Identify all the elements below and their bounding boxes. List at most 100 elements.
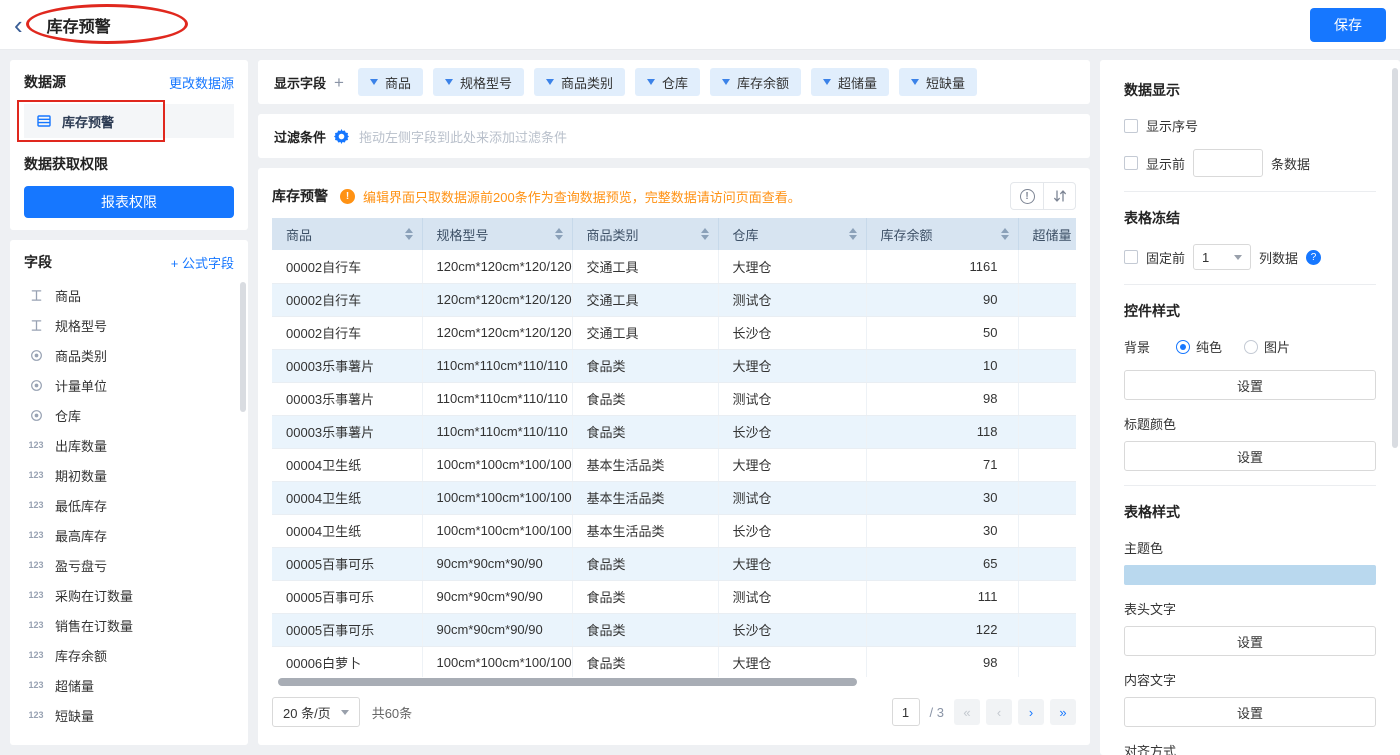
sort-arrows-icon[interactable]: [555, 228, 563, 240]
bg-solid-option[interactable]: 纯色: [1176, 337, 1222, 356]
field-item-规格型号[interactable]: 规格型号: [10, 310, 248, 340]
display-field-chip-短缺量[interactable]: 短缺量: [899, 68, 977, 96]
column-header-商品类别[interactable]: 商品类别: [572, 218, 718, 250]
field-label: 计量单位: [55, 376, 107, 395]
table-row[interactable]: 00004卫生纸100cm*100cm*100/100基本生活品类测试仓30: [272, 481, 1076, 514]
table-cell: 110cm*110cm*110/110: [422, 415, 572, 448]
table-row[interactable]: 00004卫生纸100cm*100cm*100/100基本生活品类长沙仓30: [272, 514, 1076, 547]
table-row[interactable]: 00004卫生纸100cm*100cm*100/100基本生活品类大理仓71: [272, 448, 1076, 481]
add-display-field-button[interactable]: +: [334, 74, 344, 91]
gear-icon[interactable]: [334, 129, 349, 144]
table-cell: 大理仓: [718, 547, 866, 580]
column-header-商品[interactable]: 商品: [272, 218, 422, 250]
display-field-chip-库存余额[interactable]: 库存余额: [710, 68, 801, 96]
field-item-期初数量[interactable]: 123期初数量: [10, 460, 248, 490]
content-text-set-button[interactable]: 设置: [1124, 697, 1376, 727]
field-item-出库数量[interactable]: 123出库数量: [10, 430, 248, 460]
help-icon[interactable]: ?: [1306, 250, 1321, 265]
chevron-down-icon: [722, 79, 730, 85]
sort-arrows-icon[interactable]: [849, 228, 857, 240]
report-permission-button[interactable]: 报表权限: [24, 186, 234, 218]
display-field-chip-商品[interactable]: 商品: [358, 68, 423, 96]
field-item-商品[interactable]: 商品: [10, 280, 248, 310]
prev-page-button[interactable]: ‹: [986, 699, 1012, 725]
chip-label: 仓库: [662, 73, 688, 92]
field-item-最高库存[interactable]: 123最高库存: [10, 520, 248, 550]
show-first-count-input[interactable]: [1193, 149, 1263, 177]
field-item-库存余额[interactable]: 123库存余额: [10, 640, 248, 670]
display-field-chip-商品类别[interactable]: 商品类别: [534, 68, 625, 96]
add-formula-field-link[interactable]: + 公式字段: [171, 253, 234, 272]
fields-scrollbar[interactable]: [240, 282, 246, 412]
display-field-chip-仓库[interactable]: 仓库: [635, 68, 700, 96]
sort-arrows-icon[interactable]: [701, 228, 709, 240]
background-set-button[interactable]: 设置: [1124, 370, 1376, 400]
info-icon[interactable]: !: [1011, 183, 1043, 209]
show-first-checkbox[interactable]: [1124, 156, 1138, 170]
last-page-button[interactable]: »: [1050, 699, 1076, 725]
table-row[interactable]: 00005百事可乐90cm*90cm*90/90食品类测试仓111: [272, 580, 1076, 613]
save-button[interactable]: 保存: [1310, 8, 1386, 42]
table-cell: 30: [866, 481, 1018, 514]
radio-icon[interactable]: [1244, 340, 1258, 354]
field-item-盈亏盘亏[interactable]: 123盈亏盘亏: [10, 550, 248, 580]
header-text-set-button[interactable]: 设置: [1124, 626, 1376, 656]
table-cell: 大理仓: [718, 448, 866, 481]
table-panel-header: 库存预警 ! 编辑界面只取数据源前200条作为查询数据预览，完整数据请访问页面查…: [272, 180, 1076, 212]
sort-arrows-icon[interactable]: [405, 228, 413, 240]
table-row[interactable]: 00002自行车120cm*120cm*120/120交通工具大理仓1161: [272, 250, 1076, 283]
back-icon[interactable]: ‹: [14, 14, 23, 36]
show-index-checkbox[interactable]: [1124, 119, 1138, 133]
first-page-button[interactable]: «: [954, 699, 980, 725]
field-item-最低库存[interactable]: 123最低库存: [10, 490, 248, 520]
table-row[interactable]: 00003乐事薯片110cm*110cm*110/110食品类测试仓98: [272, 382, 1076, 415]
table-cell: 00002自行车: [272, 283, 422, 316]
freeze-columns-checkbox[interactable]: [1124, 250, 1138, 264]
datasource-item-label: 库存预警: [62, 112, 114, 131]
table-row[interactable]: 00002自行车120cm*120cm*120/120交通工具测试仓90: [272, 283, 1076, 316]
column-header-超储量[interactable]: 超储量: [1018, 218, 1076, 250]
table-row[interactable]: 00003乐事薯片110cm*110cm*110/110食品类大理仓10: [272, 349, 1076, 382]
display-field-chip-规格型号[interactable]: 规格型号: [433, 68, 524, 96]
table-cell: 118: [866, 415, 1018, 448]
filter-bar[interactable]: 过滤条件 拖动左侧字段到此处来添加过滤条件: [258, 114, 1090, 158]
table-row[interactable]: 00005百事可乐90cm*90cm*90/90食品类长沙仓122: [272, 613, 1076, 646]
field-item-超储量[interactable]: 123超储量: [10, 670, 248, 700]
table-row[interactable]: 00002自行车120cm*120cm*120/120交通工具长沙仓50: [272, 316, 1076, 349]
next-page-button[interactable]: ›: [1018, 699, 1044, 725]
field-item-仓库[interactable]: 仓库: [10, 400, 248, 430]
radio-selected-icon[interactable]: [1176, 340, 1190, 354]
scrollbar-thumb[interactable]: [278, 678, 857, 686]
freeze-count-select[interactable]: 1: [1193, 244, 1251, 270]
datasource-item[interactable]: 库存预警: [24, 104, 234, 138]
bg-image-option[interactable]: 图片: [1244, 337, 1290, 356]
change-datasource-link[interactable]: 更改数据源: [169, 73, 234, 92]
table-row[interactable]: 00005百事可乐90cm*90cm*90/90食品类大理仓65: [272, 547, 1076, 580]
field-item-短缺量[interactable]: 123短缺量: [10, 700, 248, 730]
table-cell: 111: [866, 580, 1018, 613]
fields-section-title: 字段: [24, 252, 52, 272]
display-field-chip-超储量[interactable]: 超储量: [811, 68, 889, 96]
field-item-计量单位[interactable]: 计量单位: [10, 370, 248, 400]
field-item-商品类别[interactable]: 商品类别: [10, 340, 248, 370]
chevron-down-icon: [647, 79, 655, 85]
settings-scrollbar[interactable]: [1392, 68, 1398, 448]
field-item-销售在订数量[interactable]: 123销售在订数量: [10, 610, 248, 640]
column-header-库存余额[interactable]: 库存余额: [866, 218, 1018, 250]
title-color-set-button[interactable]: 设置: [1124, 441, 1376, 471]
align-label: 对齐方式: [1124, 741, 1376, 755]
table-cell: 98: [866, 646, 1018, 677]
horizontal-scrollbar[interactable]: [272, 677, 1076, 687]
field-item-采购在订数量[interactable]: 123采购在订数量: [10, 580, 248, 610]
number-field-icon: 123: [26, 680, 46, 690]
sort-arrows-icon[interactable]: [1001, 228, 1009, 240]
table-cell: 00005百事可乐: [272, 613, 422, 646]
table-row[interactable]: 00003乐事薯片110cm*110cm*110/110食品类长沙仓118: [272, 415, 1076, 448]
current-page-input[interactable]: 1: [892, 698, 920, 726]
page-size-select[interactable]: 20 条/页: [272, 697, 360, 727]
column-header-仓库[interactable]: 仓库: [718, 218, 866, 250]
column-header-规格型号[interactable]: 规格型号: [422, 218, 572, 250]
table-row[interactable]: 00006白萝卜100cm*100cm*100/100食品类大理仓98: [272, 646, 1076, 677]
theme-color-swatch[interactable]: [1124, 565, 1376, 585]
sort-icon[interactable]: [1043, 183, 1075, 209]
